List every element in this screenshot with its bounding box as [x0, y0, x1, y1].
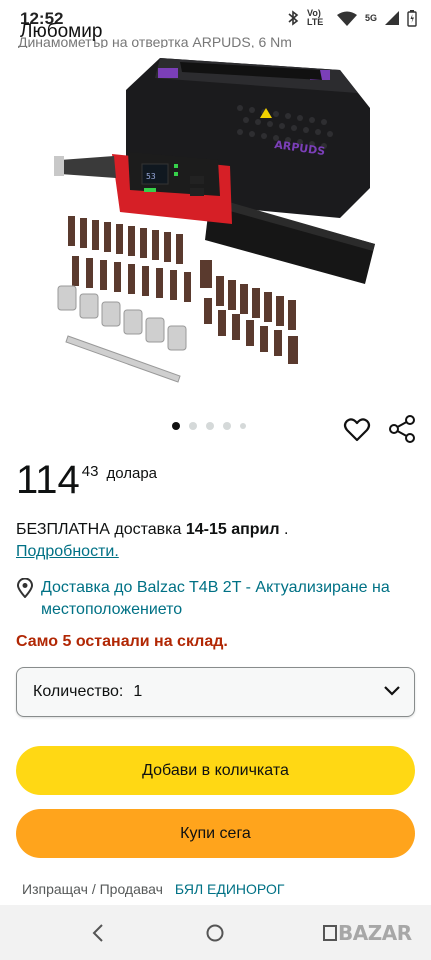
tool-display-readout: 53 — [146, 172, 156, 181]
chevron-down-icon — [384, 686, 400, 696]
bluetooth-icon — [288, 10, 299, 26]
gallery-dot[interactable] — [189, 422, 197, 430]
status-owner: Любомир — [20, 21, 103, 42]
status-icons: Vo) LTE 5G — [287, 9, 417, 27]
gallery-dot[interactable] — [206, 422, 214, 430]
gallery-indicator — [172, 422, 246, 430]
battery-icon — [407, 9, 417, 27]
details-link[interactable]: Подробности. — [16, 543, 119, 561]
gallery-dot[interactable] — [240, 423, 246, 429]
socket-set — [57, 285, 187, 383]
location-link[interactable]: Доставка до Balzac T4B 2T - Актуализиран… — [41, 577, 421, 621]
network-label: Vo) LTE — [306, 8, 324, 27]
product-image[interactable]: ARPUDS 53 — [40, 48, 390, 393]
seller-label: Изпращач / Продавач — [22, 881, 163, 897]
home-icon[interactable] — [206, 924, 224, 942]
heart-icon[interactable] — [343, 416, 371, 444]
share-icon[interactable] — [388, 414, 416, 444]
watermark-logo: BAZAR — [338, 921, 412, 945]
quantity-select[interactable]: Количество: 1 — [16, 667, 415, 717]
price: 114 43 долара — [16, 458, 157, 502]
recent-apps-icon[interactable] — [322, 924, 338, 942]
back-icon[interactable] — [89, 923, 107, 943]
seller-info: Изпращач / Продавач БЯЛ ЕДИНОРОГ — [22, 881, 284, 897]
seller-name-link[interactable]: БЯЛ ЕДИНОРОГ — [175, 881, 285, 897]
location-pin-icon — [16, 578, 34, 598]
add-to-cart-button[interactable]: Добави в количката — [16, 746, 415, 795]
stock-message: Само 5 останали на склад. — [16, 633, 228, 650]
delivery-prefix: БЕЗПЛАТНА доставка — [16, 521, 186, 538]
delivery-info: БЕЗПЛАТНА доставка 14-15 април . — [16, 521, 288, 539]
delivery-dates: 14-15 април — [185, 521, 280, 538]
price-whole: 114 — [16, 458, 80, 502]
price-fraction: 43 — [81, 463, 99, 480]
wifi-icon — [336, 11, 357, 26]
buy-now-button[interactable]: Купи сега — [16, 809, 415, 858]
signal-label: 5G — [364, 12, 377, 23]
system-nav-bar: BAZAR — [0, 905, 431, 960]
quantity-label: Количество: — [33, 683, 124, 700]
signal-icon — [385, 11, 399, 25]
delivery-location[interactable]: Доставка до Balzac T4B 2T - Актуализиран… — [16, 577, 421, 621]
gallery-dot[interactable] — [172, 422, 180, 430]
gallery-dot[interactable] — [223, 422, 231, 430]
price-currency: долара — [106, 465, 158, 482]
delivery-suffix: . — [279, 521, 289, 538]
quantity-value: 1 — [133, 683, 143, 700]
